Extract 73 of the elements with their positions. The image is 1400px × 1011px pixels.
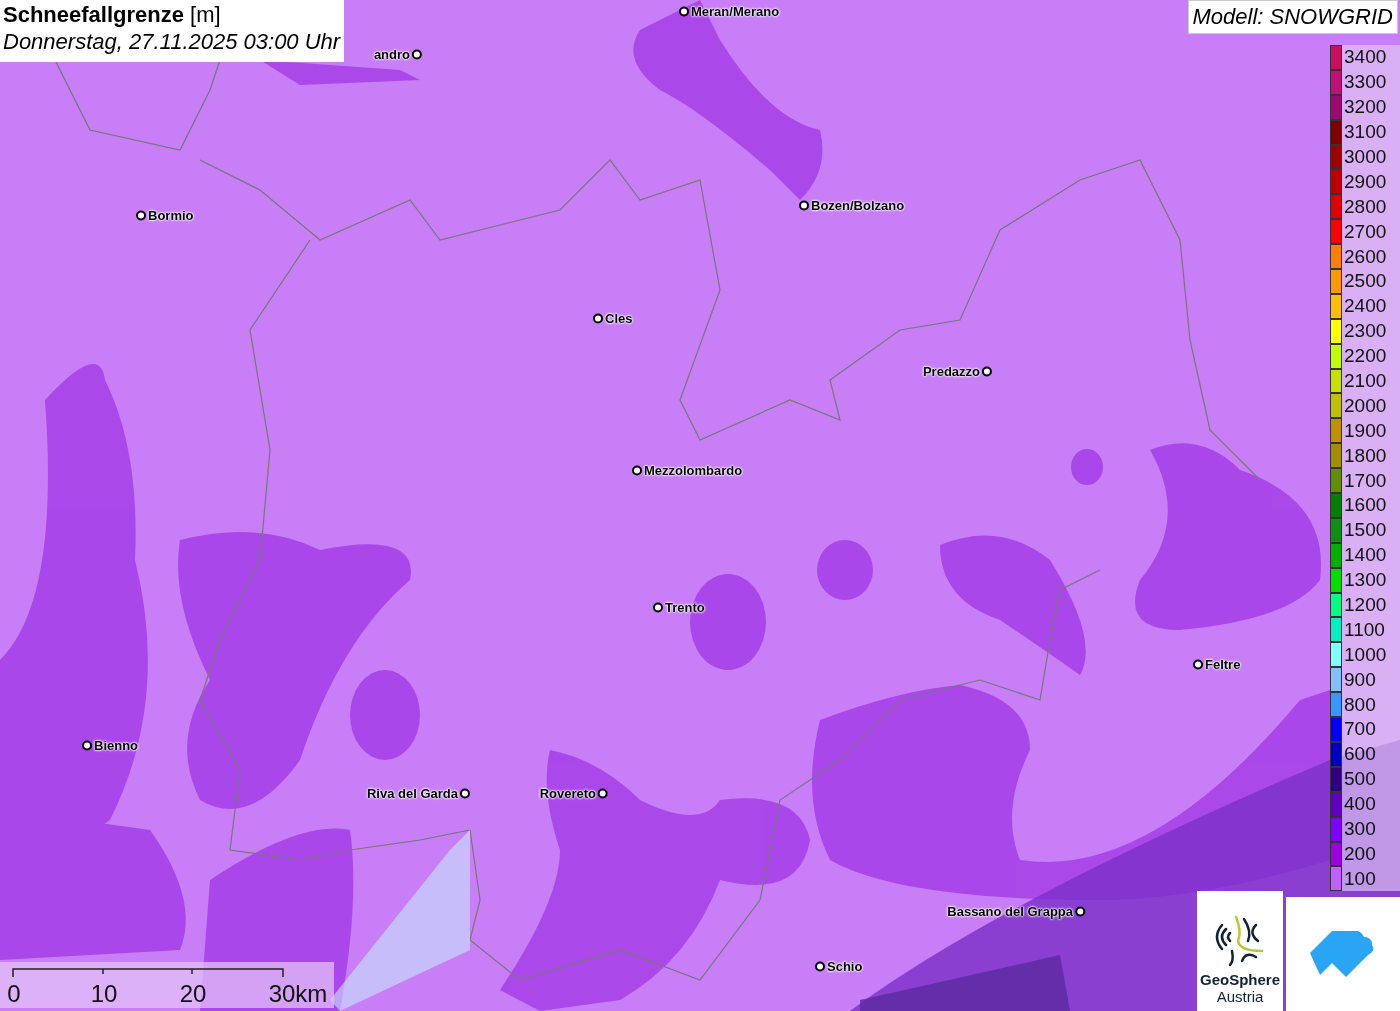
legend-label: 1200 (1344, 594, 1387, 617)
legend-label: 2400 (1344, 295, 1387, 318)
city-label: andro (373, 46, 410, 62)
city-label: Cles (605, 310, 633, 326)
legend-label: 800 (1344, 693, 1376, 716)
city-marker-icon (598, 788, 608, 798)
legend-label: 3000 (1344, 146, 1387, 168)
city-marker-icon (653, 602, 663, 612)
city-label: Bienno (94, 737, 139, 753)
legend-label: 1900 (1344, 419, 1387, 442)
legend-label: 1800 (1344, 444, 1387, 467)
city-marker-icon (82, 740, 92, 750)
city-marker-icon (136, 210, 146, 220)
scale-label: 30km (268, 980, 328, 1008)
legend-label: 2500 (1344, 270, 1387, 293)
legend-label: 2200 (1344, 345, 1387, 368)
city-marker-icon (460, 788, 470, 798)
scale-label: 20 (179, 980, 207, 1008)
city-label: Bormio (148, 207, 194, 223)
legend-label: 2800 (1344, 195, 1387, 218)
city-marker-icon (412, 49, 422, 59)
city-marker-icon (593, 313, 603, 323)
city-marker-icon (1193, 659, 1203, 669)
city-marker-icon (632, 465, 642, 475)
legend-label: 1300 (1344, 569, 1387, 592)
city-label: Bassano del Grappa (947, 903, 1073, 919)
legend-label: 300 (1344, 818, 1376, 841)
city-label: Rovereto (539, 785, 596, 801)
model-label: Modell: SNOWGRID (1187, 0, 1398, 34)
legend-label: 700 (1344, 718, 1376, 741)
legend-label: 900 (1344, 668, 1376, 691)
legend-label: 500 (1344, 768, 1376, 791)
legend-label: 2900 (1344, 170, 1387, 193)
legend-label: 1100 (1344, 618, 1385, 641)
city-marker-icon (799, 200, 809, 210)
legend-label: 3100 (1344, 121, 1387, 144)
legend-label: 100 (1344, 867, 1376, 890)
city-label: Meran/Merano (691, 3, 780, 19)
city-marker-icon (982, 366, 992, 376)
city-label: Riva del Garda (366, 785, 458, 801)
city-label: Predazzo (922, 363, 980, 379)
scale-bar-icon (12, 968, 284, 978)
legend-label: 2100 (1344, 370, 1387, 392)
legend-label: 3200 (1344, 96, 1387, 119)
city-label: Trento (665, 599, 705, 615)
legend-label: 200 (1344, 842, 1376, 865)
legend-label: 1000 (1344, 643, 1387, 666)
legend-label: 600 (1344, 743, 1376, 766)
city-label: Schio (827, 958, 863, 974)
legend-label: 1700 (1344, 469, 1387, 492)
legend-label: 400 (1344, 793, 1376, 816)
map-title: Schneefallgrenze [m] (3, 2, 222, 28)
legend-label: 2000 (1344, 394, 1387, 417)
legend-label: 3300 (1344, 71, 1387, 94)
city-label: Feltre (1205, 656, 1241, 672)
logo-subtitle: Austria (1216, 988, 1264, 1005)
legend-label: 2700 (1344, 220, 1387, 243)
legend-label: 1400 (1344, 544, 1387, 567)
legend-label: 2300 (1344, 320, 1387, 343)
mountain-cloud-icon (1310, 931, 1376, 977)
city-marker-icon (1075, 906, 1085, 916)
city-marker-icon (679, 6, 689, 16)
city-label: Mezzolombardo (644, 462, 743, 478)
scale-label: 0 (7, 980, 21, 1008)
forecast-date: Donnerstag, 27.11.2025 03:00 Uhr (3, 28, 341, 56)
legend-label: 1600 (1344, 494, 1387, 517)
logo-name: GeoSphere (1200, 971, 1280, 988)
legend-label: 3400 (1344, 46, 1387, 69)
city-label: Bozen/Bolzano (811, 197, 905, 213)
city-marker-icon (815, 961, 825, 971)
legend-label: 2600 (1344, 245, 1387, 268)
legend-label: 1500 (1344, 519, 1387, 542)
scale-label: 10 (90, 980, 118, 1008)
